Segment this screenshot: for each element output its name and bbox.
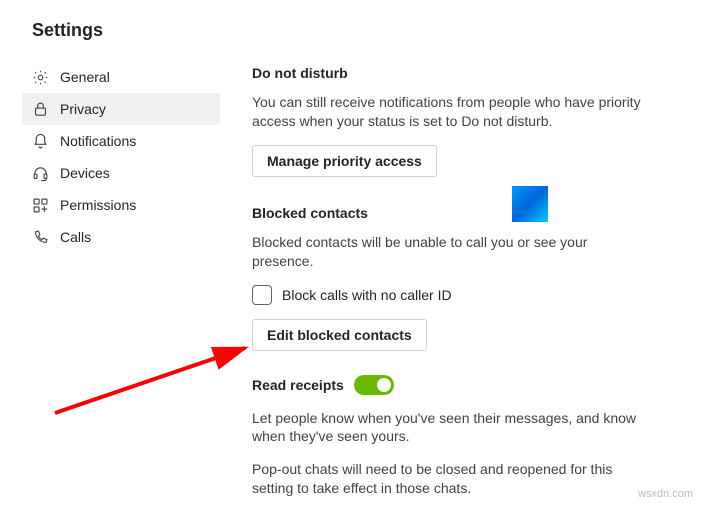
decorative-square-icon [512,186,548,222]
lock-icon [30,99,50,119]
settings-content: Do not disturb You can still receive not… [220,61,650,512]
watermark: wsxdn.com [638,488,693,500]
sidebar-item-label: Devices [60,165,110,181]
sidebar-item-label: Privacy [60,101,106,117]
block-no-caller-id-row[interactable]: Block calls with no caller ID [252,285,650,305]
manage-priority-access-button[interactable]: Manage priority access [252,145,437,177]
read-receipts-toggle[interactable] [354,375,394,395]
read-receipts-title: Read receipts [252,377,344,393]
read-receipts-description-1: Let people know when you've seen their m… [252,409,650,447]
blocked-contacts-title: Blocked contacts [252,205,650,221]
checkbox-icon[interactable] [252,285,272,305]
headset-icon [30,163,50,183]
sidebar-item-label: Notifications [60,133,136,149]
read-receipts-description-2: Pop-out chats will need to be closed and… [252,460,650,498]
gear-icon [30,67,50,87]
apps-icon [30,195,50,215]
blocked-contacts-description: Blocked contacts will be unable to call … [252,233,650,271]
phone-icon [30,227,50,247]
sidebar-item-privacy[interactable]: Privacy [22,93,220,125]
page-title: Settings [0,0,701,41]
sidebar-item-notifications[interactable]: Notifications [22,125,220,157]
sidebar-item-general[interactable]: General [22,61,220,93]
sidebar-item-label: Permissions [60,197,136,213]
block-no-caller-id-label: Block calls with no caller ID [282,287,452,303]
sidebar-item-calls[interactable]: Calls [22,221,220,253]
bell-icon [30,131,50,151]
sidebar-item-label: General [60,69,110,85]
dnd-title: Do not disturb [252,65,650,81]
dnd-description: You can still receive notifications from… [252,93,650,131]
sidebar-item-label: Calls [60,229,91,245]
edit-blocked-contacts-button[interactable]: Edit blocked contacts [252,319,427,351]
sidebar-item-devices[interactable]: Devices [22,157,220,189]
sidebar-item-permissions[interactable]: Permissions [22,189,220,221]
settings-sidebar: General Privacy Notifications [22,61,220,512]
